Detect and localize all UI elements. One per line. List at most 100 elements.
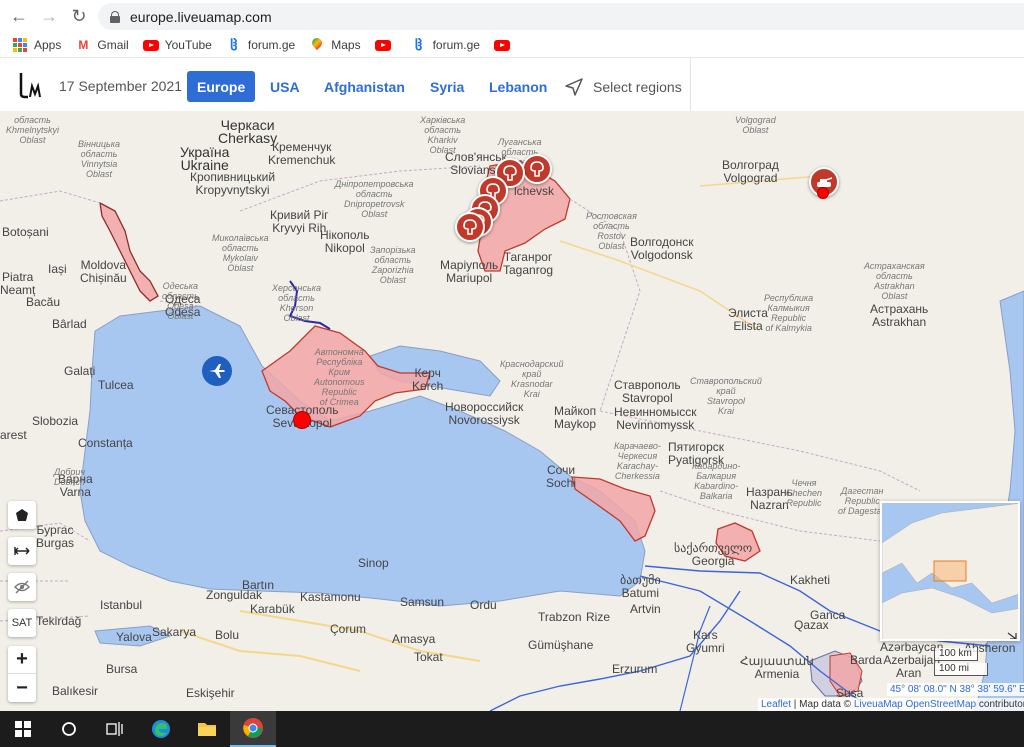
label-tulcea: Tulcea (98, 378, 134, 392)
bookmark-gmail[interactable]: M Gmail (75, 37, 128, 53)
label-aran: Aran (896, 666, 922, 680)
pentagon-icon (16, 509, 28, 521)
bookmark-label: Maps (331, 38, 361, 52)
bookmark-maps[interactable]: Maps (309, 37, 360, 53)
file-explorer-icon[interactable] (184, 711, 230, 747)
map-attribution: Leaflet | Map data © LiveuaMap OpenStree… (758, 698, 1024, 711)
youtube-icon (493, 37, 510, 53)
explosion-marker[interactable] (522, 154, 552, 184)
label-barda: Barda (850, 653, 883, 667)
label-stavropol: Ставрополь Stavropol (614, 378, 681, 405)
bookmark-forum-ge[interactable]: ჱ forum.ge (226, 37, 295, 53)
bookmark-youtube-2[interactable] (374, 37, 397, 53)
label-kharkiv-oblast: Харківська область Kharkiv Oblast (420, 115, 466, 155)
tab-afghanistan[interactable]: Afghanistan (314, 71, 415, 102)
label-trabzon: Trabzon (538, 610, 582, 624)
label-iasi: Iași (48, 262, 67, 276)
pipeline-line (679, 605, 711, 711)
label-volgograd: Волгоград Volgograd (722, 158, 779, 185)
label-rize: Rize (586, 610, 611, 624)
incident-dot[interactable] (293, 411, 311, 429)
label-sinop: Sinop (358, 556, 389, 570)
label-maykop: Майкоп Maykop (554, 404, 597, 431)
measure-button[interactable] (8, 537, 36, 565)
label-zonguldak: Zonguldak (206, 588, 263, 602)
label-vinnytsia-oblast: Вінницька область Vinnytsia Oblast (78, 139, 121, 179)
bookmark-youtube[interactable]: YouTube (142, 37, 212, 53)
label-tokat: Tokat (414, 650, 443, 664)
label-piatra-neamt: Piatra Neamț (0, 270, 36, 297)
task-view-icon[interactable] (92, 711, 138, 747)
eye-off-icon (14, 580, 30, 594)
satellite-toggle-button[interactable]: SAT (8, 609, 36, 637)
address-bar[interactable]: europe.liveuamap.com (98, 3, 1024, 30)
back-arrow-icon[interactable]: ← (4, 2, 34, 32)
chrome-icon[interactable] (230, 711, 276, 747)
label-astrakhan: Астрахань Astrakhan (870, 302, 929, 329)
label-kastamonu: Kastamonu (300, 590, 361, 604)
map-canvas[interactable]: Черкаси Cherkasy Україна Ukraine Кременчук… (0, 111, 1024, 711)
airplane-icon (209, 364, 225, 378)
leaflet-link[interactable]: Leaflet (761, 699, 791, 710)
bookmark-forum-ge-2[interactable]: ჱ forum.ge (411, 37, 480, 53)
label-volgodonsk: Волгодонск Volgodonsk (630, 235, 694, 262)
lock-icon[interactable] (110, 10, 120, 23)
label-volgograd-oblast: Volgograd Oblast (735, 115, 776, 135)
label-sochi: Сочи Sochi (546, 463, 577, 490)
maps-pin-icon (309, 37, 325, 53)
label-nikopol: Нікополь Nikopol (320, 228, 370, 255)
bookmark-youtube-3[interactable] (493, 37, 516, 53)
zoom-out-button[interactable]: − (8, 674, 36, 702)
apps-grid-icon (12, 37, 28, 53)
reload-icon[interactable]: ↻ (64, 2, 94, 32)
bookmark-label: YouTube (164, 38, 212, 52)
label-elista: Элиста Elista (728, 306, 768, 333)
incident-dot[interactable] (817, 187, 829, 199)
edge-icon[interactable] (138, 711, 184, 747)
liveuamap-logo-icon[interactable] (18, 70, 44, 100)
select-regions-button[interactable]: Select regions (563, 76, 682, 98)
label-karabuk: Karabük (250, 602, 295, 616)
liveuamap-link[interactable]: LiveuaMap (854, 699, 903, 710)
label-kalmykia: Республика Калмыкия Republic of Kalmykia (764, 293, 814, 333)
scale-bar-km: 100 km (934, 648, 978, 661)
bookmark-apps[interactable]: Apps (12, 37, 61, 53)
transnistria-area[interactable] (99, 201, 159, 302)
label-mariupol: Маріуполь Mariupol (440, 258, 499, 285)
label-armenia: Հայաստան Armenia (740, 654, 814, 681)
gmail-icon: M (78, 38, 89, 52)
toggle-visibility-button[interactable] (8, 573, 36, 601)
label-kars: Kars Gyumri (686, 628, 725, 655)
forward-arrow-icon[interactable]: → (34, 2, 64, 32)
zoom-controls: + − (8, 646, 36, 702)
airplane-marker[interactable] (202, 356, 232, 386)
osm-link[interactable]: OpenStreetMap (903, 699, 977, 710)
cursor-coordinates: 45° 08' 08.0" N 38° 38' 59.6" E (887, 683, 1024, 696)
measure-arrows-icon (14, 547, 30, 555)
label-novorossiysk: Новороссийск Novorossiysk (445, 400, 524, 427)
tab-syria[interactable]: Syria (420, 71, 474, 102)
forum-ge-icon: ჱ (230, 36, 238, 53)
label-samsun: Samsun (400, 595, 445, 609)
label-bucharest: arest (0, 428, 27, 442)
draw-polygon-button[interactable] (8, 501, 36, 529)
url-text[interactable]: europe.liveuamap.com (130, 9, 272, 25)
label-kropyvnytskyi: Кропивницький Kropyvnytskyi (190, 170, 276, 197)
label-yalova: Yalova (116, 630, 152, 644)
search-circle-icon[interactable] (46, 711, 92, 747)
windows-start-icon[interactable] (0, 711, 46, 747)
explosion-marker[interactable] (455, 212, 485, 242)
label-istanbul: Istanbul (100, 598, 143, 612)
tab-europe[interactable]: Europe (187, 71, 256, 102)
label-kherson-oblast: Херсонська область Kherson Oblast (272, 283, 321, 323)
label-barlad: Bârlad (52, 317, 87, 331)
attribution-text: | Map data © (791, 699, 854, 710)
browser-toolbar: ← → ↻ europe.liveuamap.com (0, 0, 1024, 33)
tab-lebanon[interactable]: Lebanon (479, 71, 557, 102)
zoom-in-button[interactable]: + (8, 646, 36, 674)
tab-usa[interactable]: USA (260, 71, 310, 102)
overview-minimap[interactable] (880, 501, 1020, 641)
label-dobrich: Добрич Dobrich (54, 467, 86, 487)
label-crimea: Автономна Республіка Крим Autonomous Republi… (314, 347, 365, 407)
label-dnipropetrovsk-oblast: Дніпропетровська область Dnipropetrovsk Obl… (335, 179, 414, 219)
